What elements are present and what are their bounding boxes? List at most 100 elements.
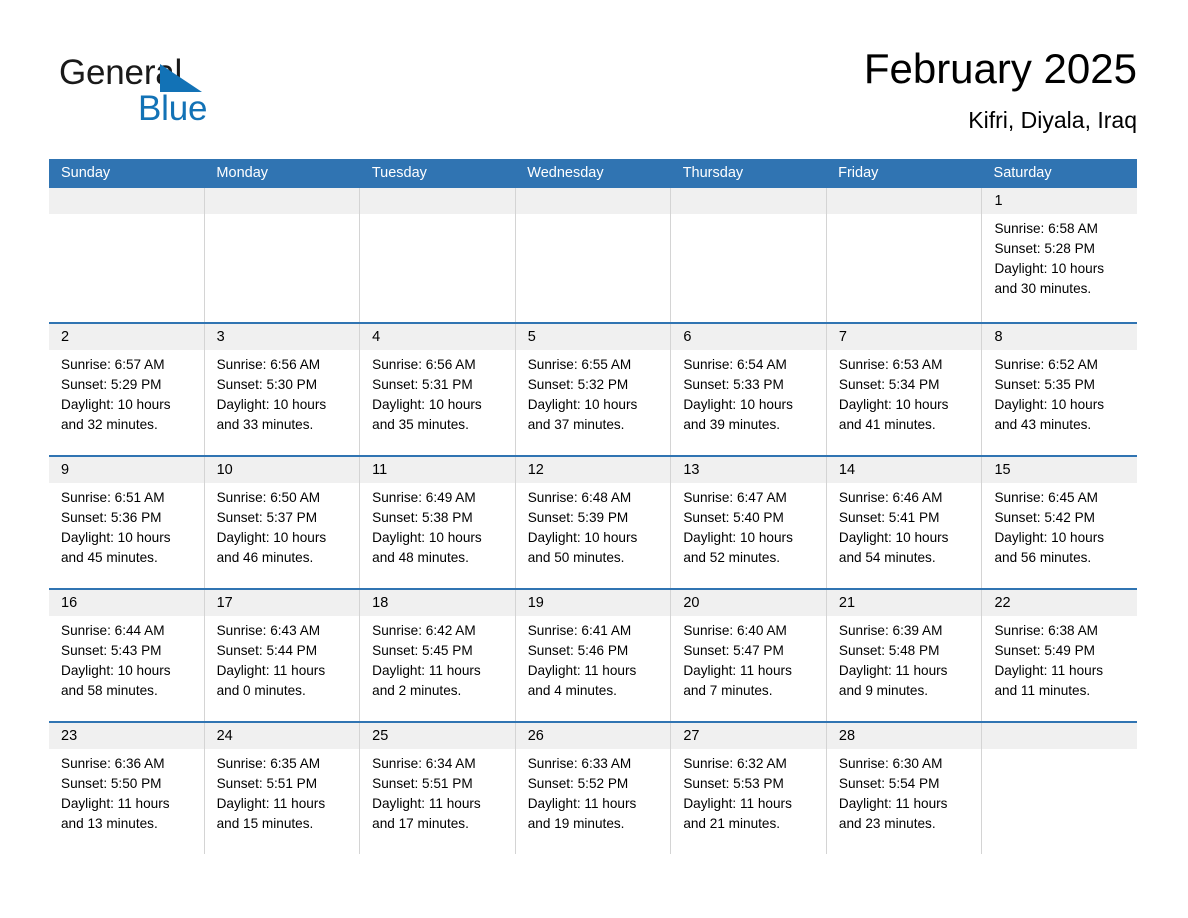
sunrise-text: Sunrise: 6:52 AM (994, 357, 1098, 372)
day-number: 28 (826, 723, 982, 749)
daylight-text: Daylight: 10 hours and 48 minutes. (372, 530, 482, 565)
day-details: Sunrise: 6:43 AM Sunset: 5:44 PM Daylight:… (205, 616, 360, 701)
calendar-day-cell[interactable]: 3 Sunrise: 6:56 AM Sunset: 5:30 PM Daylight… (204, 324, 361, 455)
sunset-text: Sunset: 5:51 PM (372, 776, 473, 791)
calendar-day-cell[interactable]: 18 Sunrise: 6:42 AM Sunset: 5:45 PM Dayligh… (360, 590, 516, 721)
day-number: 5 (515, 324, 671, 350)
sunset-text: Sunset: 5:45 PM (372, 643, 473, 658)
sunset-text: Sunset: 5:43 PM (61, 643, 162, 658)
sunrise-text: Sunrise: 6:30 AM (838, 756, 943, 771)
sunset-text: Sunset: 5:54 PM (838, 776, 940, 791)
daylight-text: Daylight: 10 hours and 58 minutes. (61, 663, 171, 698)
weekday-header-wednesday: Wednesday (527, 165, 604, 181)
calendar-day-cell[interactable]: 26 Sunrise: 6:33 AM Sunset: 5:52 PM Dayligh… (515, 723, 672, 854)
sunset-text: Sunset: 5:31 PM (372, 377, 473, 392)
daylight-text: Daylight: 10 hours and 41 minutes. (838, 397, 949, 432)
calendar-day-cell[interactable]: 28 Sunrise: 6:30 AM Sunset: 5:54 PM Dayligh… (826, 723, 983, 854)
day-number: 4 (360, 324, 515, 350)
calendar-day-cell[interactable]: 27 Sunrise: 6:32 AM Sunset: 5:53 PM Dayligh… (671, 723, 827, 854)
day-number: 18 (360, 590, 515, 616)
day-number: 26 (515, 723, 671, 749)
calendar-day-cell[interactable]: 5 Sunrise: 6:55 AM Sunset: 5:32 PM Daylight… (515, 324, 672, 455)
day-details: Sunrise: 6:33 AM Sunset: 5:52 PM Daylight:… (516, 749, 671, 834)
sunrise-text: Sunrise: 6:56 AM (216, 357, 321, 372)
calendar-day-cell[interactable]: 19 Sunrise: 6:41 AM Sunset: 5:46 PM Dayligh… (515, 590, 672, 721)
calendar-day-cell[interactable]: 16 Sunrise: 6:44 AM Sunset: 5:43 PM Dayligh… (49, 590, 205, 721)
day-number: 22 (982, 590, 1138, 616)
calendar-day-cell[interactable]: 7 Sunrise: 6:53 AM Sunset: 5:34 PM Daylight… (826, 324, 983, 455)
sunset-text: Sunset: 5:47 PM (683, 643, 784, 658)
day-number: 20 (671, 590, 826, 616)
calendar-day-cell[interactable]: 20 Sunrise: 6:40 AM Sunset: 5:47 PM Dayligh… (671, 590, 827, 721)
day-number: 17 (204, 590, 360, 616)
calendar-day-cell[interactable]: 23 Sunrise: 6:36 AM Sunset: 5:50 PM Dayligh… (49, 723, 205, 854)
day-number: 21 (826, 590, 982, 616)
day-number: 27 (671, 723, 826, 749)
sunset-text: Sunset: 5:33 PM (683, 377, 784, 392)
day-details: Sunrise: 6:52 AM Sunset: 5:35 PM Daylight:… (982, 350, 1137, 435)
daylight-text: Daylight: 11 hours and 23 minutes. (838, 796, 948, 831)
calendar-day-cell[interactable]: 10 Sunrise: 6:50 AM Sunset: 5:37 PM Dayligh… (204, 457, 361, 588)
calendar-day-cell[interactable]: 9 Sunrise: 6:51 AM Sunset: 5:36 PM Daylight… (49, 457, 205, 588)
calendar-week-row: 2 Sunrise: 6:57 AM Sunset: 5:29 PM Daylight… (49, 322, 1138, 455)
calendar-day-cell[interactable]: 8 Sunrise: 6:52 AM Sunset: 5:35 PM Daylight… (982, 324, 1138, 455)
day-number: 2 (49, 324, 204, 350)
calendar-day-cell[interactable]: 15 Sunrise: 6:45 AM Sunset: 5:42 PM Dayligh… (982, 457, 1138, 588)
weekday-header-tuesday: Tuesday (371, 165, 427, 181)
day-number: 24 (204, 723, 360, 749)
sunset-text: Sunset: 5:32 PM (527, 377, 629, 392)
sunset-text: Sunset: 5:40 PM (683, 510, 784, 525)
calendar-week-row: 1 Sunrise: 6:58 AM Sunset: 5:28 PM Daylight… (49, 188, 1138, 322)
daylight-text: Daylight: 10 hours and 33 minutes. (216, 397, 327, 432)
calendar-day-cell[interactable]: 17 Sunrise: 6:43 AM Sunset: 5:44 PM Dayligh… (204, 590, 361, 721)
calendar-day-cell[interactable]: 24 Sunrise: 6:35 AM Sunset: 5:51 PM Dayligh… (204, 723, 361, 854)
calendar-day-cell[interactable]: 12 Sunrise: 6:48 AM Sunset: 5:39 PM Dayligh… (515, 457, 672, 588)
sunset-text: Sunset: 5:53 PM (683, 776, 784, 791)
daylight-text: Daylight: 11 hours and 17 minutes. (372, 796, 481, 831)
day-number: 8 (982, 324, 1138, 350)
calendar-day-cell[interactable]: 6 Sunrise: 6:54 AM Sunset: 5:33 PM Daylight… (671, 324, 827, 455)
daylight-text: Daylight: 11 hours and 11 minutes. (994, 663, 1104, 698)
day-details: Sunrise: 6:35 AM Sunset: 5:51 PM Daylight:… (205, 749, 360, 834)
calendar-day-cell[interactable]: 13 Sunrise: 6:47 AM Sunset: 5:40 PM Dayligh… (671, 457, 827, 588)
day-number: 12 (515, 457, 671, 483)
calendar-day-cell[interactable]: 14 Sunrise: 6:46 AM Sunset: 5:41 PM Dayligh… (826, 457, 983, 588)
daylight-text: Daylight: 11 hours and 13 minutes. (61, 796, 170, 831)
day-details: Sunrise: 6:46 AM Sunset: 5:41 PM Daylight:… (827, 483, 982, 568)
daylight-text: Daylight: 11 hours and 0 minutes. (216, 663, 326, 698)
calendar-day-cell[interactable]: 11 Sunrise: 6:49 AM Sunset: 5:38 PM Dayligh… (360, 457, 516, 588)
day-details: Sunrise: 6:53 AM Sunset: 5:34 PM Daylight:… (827, 350, 982, 435)
daylight-text: Daylight: 11 hours and 7 minutes. (683, 663, 792, 698)
sunrise-text: Sunrise: 6:32 AM (683, 756, 787, 771)
sunrise-text: Sunrise: 6:34 AM (372, 756, 476, 771)
daylight-text: Daylight: 10 hours and 56 minutes. (994, 530, 1105, 565)
calendar-day-cell[interactable]: 22 Sunrise: 6:38 AM Sunset: 5:49 PM Dayligh… (982, 590, 1138, 721)
day-details: Sunrise: 6:48 AM Sunset: 5:39 PM Daylight:… (516, 483, 671, 568)
calendar-day-cell[interactable]: 4 Sunrise: 6:56 AM Sunset: 5:31 PM Daylight… (360, 324, 516, 455)
sunset-text: Sunset: 5:37 PM (216, 510, 318, 525)
day-details: Sunrise: 6:51 AM Sunset: 5:36 PM Daylight:… (49, 483, 204, 568)
daylight-text: Daylight: 10 hours and 45 minutes. (61, 530, 171, 565)
calendar-day-cell[interactable]: 21 Sunrise: 6:39 AM Sunset: 5:48 PM Dayligh… (826, 590, 983, 721)
sunrise-text: Sunrise: 6:51 AM (61, 490, 165, 505)
daylight-text: Daylight: 11 hours and 2 minutes. (372, 663, 481, 698)
sunrise-text: Sunrise: 6:41 AM (527, 623, 632, 638)
day-details: Sunrise: 6:57 AM Sunset: 5:29 PM Daylight:… (49, 350, 204, 435)
day-details: Sunrise: 6:40 AM Sunset: 5:47 PM Daylight:… (671, 616, 826, 701)
day-number (826, 188, 982, 214)
sunrise-text: Sunrise: 6:35 AM (216, 756, 321, 771)
day-number (671, 188, 826, 214)
day-number: 25 (360, 723, 515, 749)
sunset-text: Sunset: 5:46 PM (527, 643, 629, 658)
calendar-day-cell[interactable]: 2 Sunrise: 6:57 AM Sunset: 5:29 PM Daylight… (49, 324, 205, 455)
daylight-text: Daylight: 10 hours and 46 minutes. (216, 530, 327, 565)
generalblue-logo[interactable]: General Blue (59, 54, 289, 134)
sunset-text: Sunset: 5:52 PM (527, 776, 629, 791)
sunset-text: Sunset: 5:28 PM (994, 241, 1095, 256)
day-number: 19 (515, 590, 671, 616)
calendar-day-cell[interactable]: 1 Sunrise: 6:58 AM Sunset: 5:28 PM Daylight… (982, 188, 1138, 322)
calendar-day-cell[interactable]: 25 Sunrise: 6:34 AM Sunset: 5:51 PM Dayligh… (360, 723, 516, 854)
sunset-text: Sunset: 5:38 PM (372, 510, 473, 525)
day-details: Sunrise: 6:36 AM Sunset: 5:50 PM Daylight:… (49, 749, 204, 834)
day-details: Sunrise: 6:58 AM Sunset: 5:28 PM Daylight:… (982, 214, 1137, 299)
